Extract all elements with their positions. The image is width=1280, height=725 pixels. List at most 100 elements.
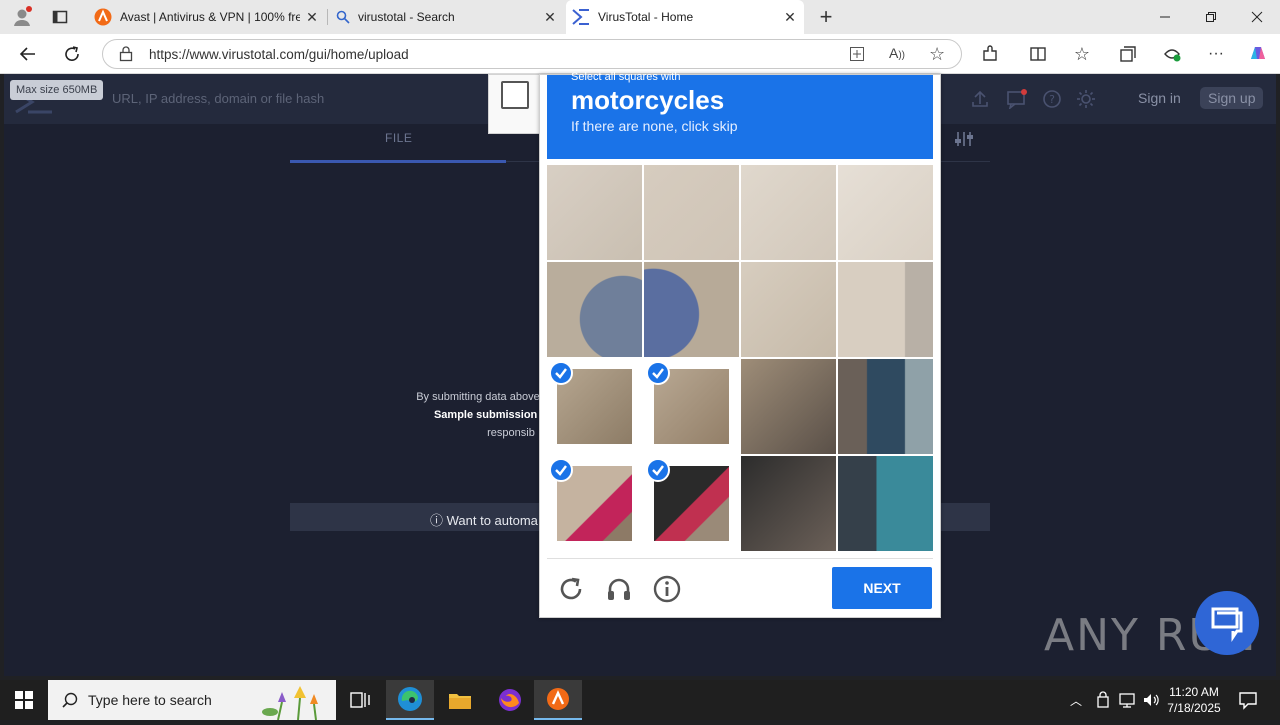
copilot-icon[interactable] bbox=[1244, 40, 1272, 68]
tile-image bbox=[741, 165, 836, 260]
tile-image bbox=[644, 165, 739, 260]
captcha-tile[interactable] bbox=[741, 359, 836, 454]
tile-image bbox=[838, 359, 933, 454]
close-window-icon[interactable] bbox=[1234, 0, 1280, 34]
browser-essentials-icon[interactable] bbox=[1158, 40, 1186, 68]
captcha-tile[interactable] bbox=[644, 359, 739, 454]
tab-actions-icon[interactable] bbox=[46, 3, 74, 31]
tile-image bbox=[838, 165, 933, 260]
svg-text:?: ? bbox=[1049, 93, 1055, 106]
volume-icon[interactable] bbox=[1142, 691, 1160, 714]
captcha-tile[interactable] bbox=[547, 165, 642, 260]
taskbar-search[interactable]: Type here to search bbox=[48, 680, 336, 721]
favorites-icon[interactable]: ☆ bbox=[1068, 40, 1096, 68]
read-aloud-icon[interactable]: A)) bbox=[889, 45, 905, 61]
task-view-icon[interactable] bbox=[336, 680, 384, 720]
security-tray-icon[interactable] bbox=[1095, 691, 1111, 714]
tab-virustotal-home[interactable]: VirusTotal - Home ✕ bbox=[566, 0, 804, 34]
tile-image bbox=[838, 262, 933, 357]
sign-up-button[interactable]: Sign up bbox=[1200, 87, 1264, 109]
challenge-header: Select all squares with motorcycles If t… bbox=[547, 71, 933, 159]
search-options-icon[interactable] bbox=[954, 130, 974, 153]
captcha-tile[interactable] bbox=[838, 456, 933, 551]
close-tab-icon[interactable]: ✕ bbox=[304, 9, 320, 25]
tile-image bbox=[741, 262, 836, 357]
more-options-icon[interactable]: ··· bbox=[1202, 40, 1230, 68]
captcha-tile[interactable] bbox=[838, 359, 933, 454]
minimize-icon[interactable] bbox=[1142, 0, 1188, 34]
file-explorer-icon[interactable] bbox=[436, 680, 484, 720]
address-bar[interactable]: https://www.virustotal.com/gui/home/uplo… bbox=[102, 39, 962, 69]
browser-tab-bar: Avast | Antivirus & VPN | 100% fre ✕ vir… bbox=[0, 0, 1280, 34]
challenge-target: motorcycles bbox=[571, 85, 725, 115]
tab-file[interactable]: FILE bbox=[385, 131, 412, 145]
notification-center-icon[interactable] bbox=[1238, 690, 1258, 715]
info-help-icon[interactable] bbox=[653, 575, 681, 603]
virustotal-icon bbox=[572, 8, 590, 29]
upload-icon[interactable] bbox=[970, 89, 990, 109]
show-hidden-icons[interactable]: ︿ bbox=[1070, 692, 1082, 709]
firefox-icon[interactable] bbox=[486, 680, 534, 720]
avast-taskbar-icon[interactable] bbox=[534, 680, 582, 720]
close-tab-icon[interactable]: ✕ bbox=[782, 9, 798, 25]
browser-toolbar: https://www.virustotal.com/gui/home/uplo… bbox=[0, 34, 1280, 74]
vt-search-input[interactable]: URL, IP address, domain or file hash bbox=[112, 91, 324, 106]
collections-icon[interactable] bbox=[1114, 40, 1142, 68]
network-icon[interactable] bbox=[1118, 691, 1136, 714]
tab-virustotal-search[interactable]: virustotal - Search ✕ bbox=[328, 0, 564, 34]
flowers-icon bbox=[258, 682, 334, 725]
challenge-grid bbox=[547, 165, 934, 552]
reload-icon[interactable] bbox=[557, 575, 585, 603]
start-icon[interactable] bbox=[0, 680, 48, 720]
lock-icon[interactable] bbox=[119, 46, 133, 67]
theme-toggle-icon[interactable] bbox=[1076, 89, 1096, 109]
next-button[interactable]: NEXT bbox=[832, 567, 932, 609]
notifications-icon[interactable] bbox=[1006, 89, 1027, 111]
tile-image bbox=[838, 456, 933, 551]
help-icon[interactable]: ? bbox=[1042, 89, 1062, 109]
clock-date: 7/18/2025 bbox=[1167, 701, 1221, 715]
app-available-icon[interactable] bbox=[849, 46, 865, 67]
challenge-hint: If there are none, click skip bbox=[571, 118, 738, 134]
captcha-tile[interactable] bbox=[644, 165, 739, 260]
avast-icon bbox=[94, 8, 112, 29]
system-clock[interactable]: 11:20 AM 7/18/2025 bbox=[1164, 684, 1224, 716]
tab-avast[interactable]: Avast | Antivirus & VPN | 100% fre ✕ bbox=[88, 0, 326, 34]
tile-image bbox=[644, 262, 739, 357]
url-text[interactable]: https://www.virustotal.com/gui/home/uplo… bbox=[149, 47, 409, 62]
challenge-instructions: Select all squares with bbox=[571, 71, 681, 83]
edge-taskbar-icon[interactable] bbox=[386, 680, 434, 720]
tile-image bbox=[741, 359, 836, 454]
captcha-tile[interactable] bbox=[741, 165, 836, 260]
clock-time: 11:20 AM bbox=[1169, 685, 1219, 699]
captcha-tile[interactable] bbox=[838, 262, 933, 357]
captcha-tile[interactable] bbox=[644, 262, 739, 357]
tile-selected-check-icon bbox=[549, 361, 573, 385]
captcha-tile[interactable] bbox=[644, 456, 739, 551]
extensions-icon[interactable] bbox=[976, 40, 1004, 68]
refresh-icon[interactable] bbox=[58, 40, 86, 68]
favorite-star-icon[interactable]: ☆ bbox=[929, 44, 945, 65]
new-tab-icon[interactable]: + bbox=[812, 3, 840, 31]
split-screen-icon[interactable] bbox=[1024, 40, 1052, 68]
captcha-tile[interactable] bbox=[838, 165, 933, 260]
sign-in-link[interactable]: Sign in bbox=[1138, 90, 1181, 106]
audio-challenge-icon[interactable] bbox=[605, 575, 633, 603]
tab-title: VirusTotal - Home bbox=[598, 10, 694, 24]
close-tab-icon[interactable]: ✕ bbox=[542, 9, 558, 25]
automate-text[interactable]: ⓘ Want to automa bbox=[430, 510, 538, 529]
info-icon: ⓘ bbox=[430, 513, 447, 528]
profile-icon[interactable] bbox=[8, 3, 36, 31]
recaptcha-checkbox[interactable] bbox=[501, 81, 529, 109]
challenge-footer-divider bbox=[547, 558, 933, 559]
taskbar-search-placeholder: Type here to search bbox=[88, 692, 212, 708]
chat-button[interactable] bbox=[1195, 591, 1259, 655]
captcha-tile[interactable] bbox=[741, 456, 836, 551]
captcha-tile[interactable] bbox=[547, 456, 642, 551]
search-icon bbox=[336, 10, 350, 27]
captcha-tile[interactable] bbox=[547, 262, 642, 357]
restore-icon[interactable] bbox=[1188, 0, 1234, 34]
captcha-tile[interactable] bbox=[741, 262, 836, 357]
captcha-tile[interactable] bbox=[547, 359, 642, 454]
back-icon[interactable] bbox=[14, 40, 42, 68]
